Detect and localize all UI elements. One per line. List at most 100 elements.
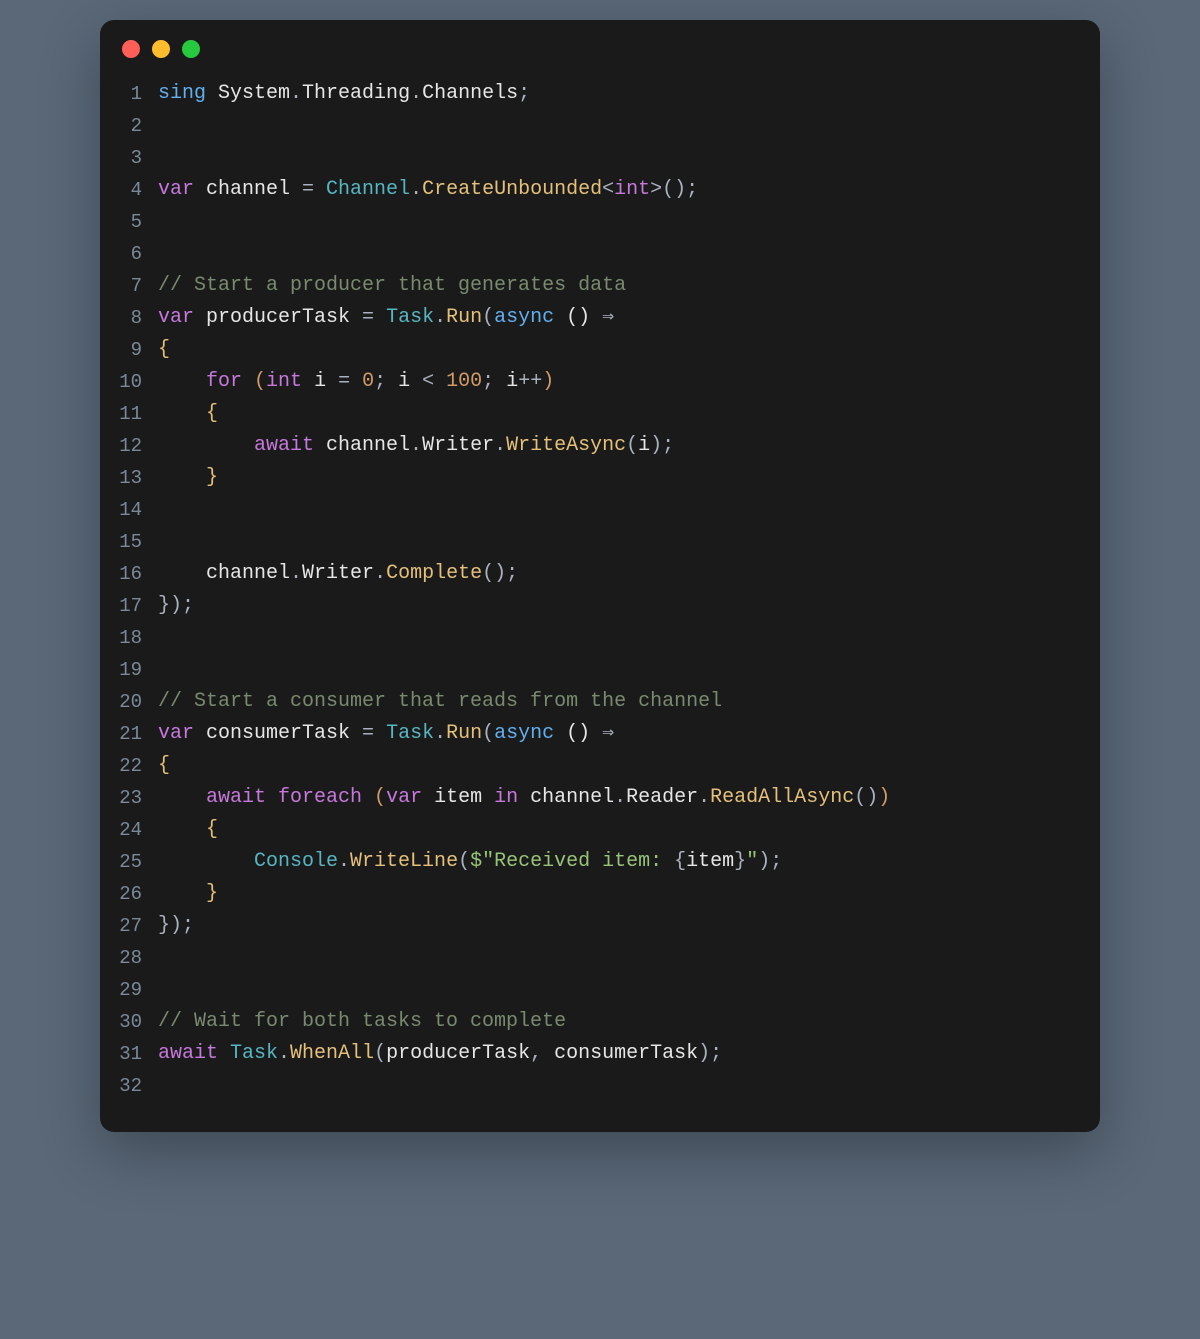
line-number: 28	[100, 942, 142, 974]
code-line[interactable]	[158, 238, 1080, 270]
close-icon[interactable]	[122, 40, 140, 58]
line-number: 29	[100, 974, 142, 1006]
line-number: 20	[100, 686, 142, 718]
code-editor[interactable]: 1234567891011121314151617181920212223242…	[100, 72, 1100, 1112]
code-token: .	[410, 82, 422, 105]
code-token: .	[290, 562, 302, 585]
line-number: 7	[100, 270, 142, 302]
code-line[interactable]: await foreach (var item in channel.Reade…	[158, 782, 1080, 814]
code-token: ()	[554, 722, 602, 745]
minimize-icon[interactable]	[152, 40, 170, 58]
line-number: 27	[100, 910, 142, 942]
code-token: ();	[482, 562, 518, 585]
code-token: i	[638, 434, 650, 457]
code-token: for	[206, 370, 254, 393]
code-token: ++	[518, 370, 542, 393]
code-token: Reader	[626, 786, 698, 809]
code-token: Writer	[302, 562, 374, 585]
code-line[interactable]: }	[158, 878, 1080, 910]
code-line[interactable]: });	[158, 590, 1080, 622]
code-token: Writer	[422, 434, 494, 457]
code-token: .	[614, 786, 626, 809]
line-number: 15	[100, 526, 142, 558]
code-token: producerTask	[386, 1042, 530, 1065]
code-token: i	[398, 370, 410, 393]
code-line[interactable]	[158, 654, 1080, 686]
code-token: );	[650, 434, 674, 457]
code-token: });	[158, 594, 194, 617]
code-token: i	[506, 370, 518, 393]
code-token: 100	[446, 370, 482, 393]
code-token: sing	[158, 82, 218, 105]
code-token: consumerTask	[554, 1042, 698, 1065]
line-number: 9	[100, 334, 142, 366]
code-token: int	[266, 370, 314, 393]
code-line[interactable]	[158, 942, 1080, 974]
line-number: 26	[100, 878, 142, 910]
code-token: item	[434, 786, 482, 809]
code-line[interactable]: }	[158, 462, 1080, 494]
code-line[interactable]: for (int i = 0; i < 100; i++)	[158, 366, 1080, 398]
line-number: 2	[100, 110, 142, 142]
code-line[interactable]: {	[158, 750, 1080, 782]
code-line[interactable]	[158, 526, 1080, 558]
code-token: producerTask	[206, 306, 350, 329]
line-number: 14	[100, 494, 142, 526]
code-token: )	[878, 786, 890, 809]
code-line[interactable]: await Task.WhenAll(producerTask, consume…	[158, 1038, 1080, 1070]
code-token: {	[158, 754, 170, 777]
code-token: {	[158, 402, 218, 425]
code-token: (	[374, 786, 386, 809]
code-line[interactable]: {	[158, 814, 1080, 846]
code-token: Complete	[386, 562, 482, 585]
code-line[interactable]: await channel.Writer.WriteAsync(i);	[158, 430, 1080, 462]
code-token: .	[410, 434, 422, 457]
line-number: 4	[100, 174, 142, 206]
code-line[interactable]: var producerTask = Task.Run(async () ⇒	[158, 302, 1080, 334]
code-token: <	[410, 370, 446, 393]
code-line[interactable]: // Wait for both tasks to complete	[158, 1006, 1080, 1038]
code-token: ;	[482, 370, 506, 393]
zoom-icon[interactable]	[182, 40, 200, 58]
code-token: Task	[386, 306, 434, 329]
code-token: ⇒	[602, 306, 614, 329]
code-token	[158, 850, 254, 873]
code-token: <	[602, 178, 614, 201]
code-content[interactable]: sing System.Threading.Channels; var chan…	[158, 78, 1100, 1102]
code-token: Received item:	[494, 850, 674, 873]
code-line[interactable]	[158, 622, 1080, 654]
code-line[interactable]	[158, 974, 1080, 1006]
code-token: =	[326, 370, 362, 393]
code-token: (	[626, 434, 638, 457]
code-token: .	[338, 850, 350, 873]
code-line[interactable]: var consumerTask = Task.Run(async () ⇒	[158, 718, 1080, 750]
code-token: var	[158, 178, 206, 201]
code-line[interactable]	[158, 110, 1080, 142]
code-token: in	[482, 786, 530, 809]
code-line[interactable]: sing System.Threading.Channels;	[158, 78, 1080, 110]
code-line[interactable]: });	[158, 910, 1080, 942]
code-token: WriteAsync	[506, 434, 626, 457]
code-line[interactable]: var channel = Channel.CreateUnbounded<in…	[158, 174, 1080, 206]
code-line[interactable]: channel.Writer.Complete();	[158, 558, 1080, 590]
code-token: .	[278, 1042, 290, 1065]
code-token: .	[410, 178, 422, 201]
code-line[interactable]	[158, 494, 1080, 526]
code-token: Channel	[326, 178, 410, 201]
code-token: =	[350, 722, 386, 745]
code-line[interactable]: // Start a producer that generates data	[158, 270, 1080, 302]
line-number: 18	[100, 622, 142, 654]
code-line[interactable]: Console.WriteLine($"Received item: {item…	[158, 846, 1080, 878]
code-token: }	[158, 466, 218, 489]
code-line[interactable]	[158, 206, 1080, 238]
code-line[interactable]: {	[158, 334, 1080, 366]
code-line[interactable]: // Start a consumer that reads from the …	[158, 686, 1080, 718]
code-token: Run	[446, 306, 482, 329]
code-line[interactable]	[158, 142, 1080, 174]
code-token: }	[158, 882, 218, 905]
line-number: 17	[100, 590, 142, 622]
code-line[interactable]: {	[158, 398, 1080, 430]
line-number: 25	[100, 846, 142, 878]
code-line[interactable]	[158, 1070, 1080, 1102]
code-token: );	[698, 1042, 722, 1065]
